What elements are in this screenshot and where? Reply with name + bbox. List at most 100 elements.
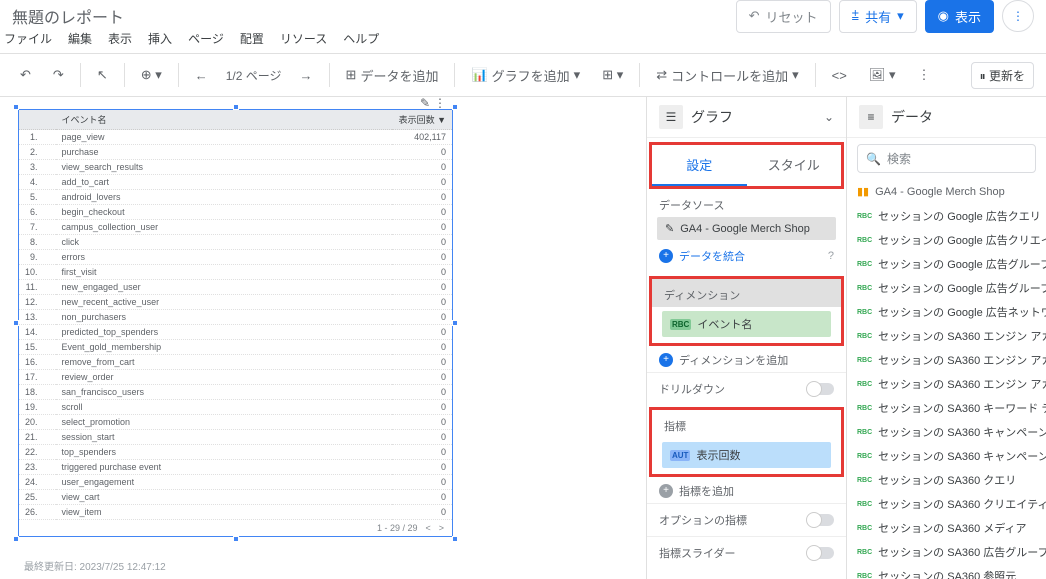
add-metric-link[interactable]: + 指標を追加 xyxy=(647,479,846,503)
table-row[interactable]: 14.predicted_top_spenders0 xyxy=(19,325,452,340)
table-row[interactable]: 26.view_item0 xyxy=(19,505,452,520)
refresh-button[interactable]: ⏸ 更新を xyxy=(971,62,1034,89)
next-page[interactable]: → xyxy=(292,64,321,87)
abc-badge: RBC xyxy=(670,319,691,330)
help-icon[interactable]: ? xyxy=(828,250,834,262)
abc-badge: RBC xyxy=(857,261,872,268)
field-item[interactable]: RBCセッションの SA360 広告グループ名 xyxy=(847,540,1046,564)
page-next-icon[interactable]: > xyxy=(439,523,444,533)
reset-button[interactable]: ↶ リセット xyxy=(736,0,831,33)
table-row[interactable]: 11.new_engaged_user0 xyxy=(19,280,452,295)
field-item[interactable]: RBCセッションの Google 広告グループ ID xyxy=(847,252,1046,276)
embed-button[interactable]: <> xyxy=(824,64,855,87)
field-item[interactable]: RBCセッションの SA360 キャンペーン xyxy=(847,420,1046,444)
edit-icon[interactable]: ✎ xyxy=(420,97,430,110)
col-event-name[interactable]: イベント名 xyxy=(56,110,392,130)
aut-badge: AUT xyxy=(670,450,690,461)
community-viz-button[interactable]: ⊞ ▾ xyxy=(594,63,631,87)
redo-button[interactable]: ↷ xyxy=(45,63,72,87)
optional-metric-toggle[interactable] xyxy=(808,514,834,526)
report-title[interactable]: 無題のレポート xyxy=(12,4,124,28)
col-views[interactable]: 表示回数 ▼ xyxy=(392,110,452,130)
field-item[interactable]: RBCセッションの Google 広告グループ名 xyxy=(847,276,1046,300)
report-canvas[interactable]: ✎ ⋮ イベント名 表示回数 ▼ 1.page_view402,1172.pur… xyxy=(0,97,646,579)
table-row[interactable]: 10.first_visit0 xyxy=(19,265,452,280)
share-button[interactable]: ⩲ 共有 ▾ xyxy=(839,0,917,33)
field-item[interactable]: RBCセッションの SA360 エンジン アカウ... xyxy=(847,324,1046,348)
field-search-input[interactable]: 🔍 検索 xyxy=(857,144,1036,173)
table-row[interactable]: 13.non_purchasers0 xyxy=(19,310,452,325)
menu-insert[interactable]: 挿入 xyxy=(148,30,172,47)
table-row[interactable]: 2.purchase0 xyxy=(19,145,452,160)
drilldown-toggle[interactable] xyxy=(808,383,834,395)
table-row[interactable]: 17.review_order0 xyxy=(19,370,452,385)
field-item[interactable]: RBCセッションの SA360 エンジン アカウ... xyxy=(847,348,1046,372)
menu-page[interactable]: ページ xyxy=(188,30,224,47)
blend-data-link[interactable]: データを統合 xyxy=(679,248,745,264)
dimension-chip[interactable]: RBC イベント名 xyxy=(662,311,831,337)
add-control-button[interactable]: ⇄ コントロールを追加 ▾ xyxy=(648,62,806,89)
table-row[interactable]: 22.top_spenders0 xyxy=(19,445,452,460)
field-item[interactable]: RBCセッションの SA360 参照元 xyxy=(847,564,1046,579)
add-data-button[interactable]: ⊞ データを追加 xyxy=(338,62,447,89)
table-row[interactable]: 25.view_cart0 xyxy=(19,490,452,505)
table-row[interactable]: 1.page_view402,117 xyxy=(19,130,452,145)
table-row[interactable]: 5.android_lovers0 xyxy=(19,190,452,205)
zoom-tool[interactable]: ⊕ ▾ xyxy=(133,63,170,87)
more-options-button[interactable]: ⋮ xyxy=(1002,0,1034,32)
field-item[interactable]: RBCセッションの SA360 クエリ xyxy=(847,468,1046,492)
table-row[interactable]: 3.view_search_results0 xyxy=(19,160,452,175)
menu-resource[interactable]: リソース xyxy=(280,30,327,47)
table-row[interactable]: 24.user_engagement0 xyxy=(19,475,452,490)
view-button[interactable]: ◉ 表示 xyxy=(925,0,994,33)
label-metric-slider: 指標スライダー xyxy=(659,545,736,561)
label-metric: 指標 xyxy=(652,410,841,438)
metric-slider-toggle[interactable] xyxy=(808,547,834,559)
table-row[interactable]: 9.errors0 xyxy=(19,250,452,265)
menu-view[interactable]: 表示 xyxy=(108,30,132,47)
menu-arrange[interactable]: 配置 xyxy=(240,30,264,47)
tab-style[interactable]: スタイル xyxy=(747,145,842,186)
metric-chip[interactable]: AUT 表示回数 xyxy=(662,442,831,468)
page-prev-icon[interactable]: < xyxy=(425,523,430,533)
chevron-down-icon[interactable]: ⌄ xyxy=(824,110,834,124)
field-item[interactable]: RBCセッションの SA360 クリエイティブ ... xyxy=(847,492,1046,516)
toolbar-more[interactable]: ⋮ xyxy=(910,63,939,87)
menu-edit[interactable]: 編集 xyxy=(68,30,92,47)
table-row[interactable]: 8.click0 xyxy=(19,235,452,250)
field-item[interactable]: RBCセッションの SA360 キーワード テキ... xyxy=(847,396,1046,420)
table-row[interactable]: 20.select_promotion0 xyxy=(19,415,452,430)
field-item[interactable]: RBCセッションの SA360 キャンペーン ID xyxy=(847,444,1046,468)
field-item[interactable]: RBCセッションの Google 広告ネットワー... xyxy=(847,300,1046,324)
plus-icon: + xyxy=(659,484,673,498)
field-item[interactable]: RBCセッションの SA360 エンジン アカウ... xyxy=(847,372,1046,396)
menu-help[interactable]: ヘルプ xyxy=(343,30,379,47)
field-item[interactable]: RBCセッションの SA360 メディア xyxy=(847,516,1046,540)
table-row[interactable]: 19.scroll0 xyxy=(19,400,452,415)
image-button[interactable]: 🖼 ▾ xyxy=(861,63,904,87)
table-row[interactable]: 18.san_francisco_users0 xyxy=(19,385,452,400)
table-row[interactable]: 21.session_start0 xyxy=(19,430,452,445)
table-component[interactable]: ✎ ⋮ イベント名 表示回数 ▼ 1.page_view402,1172.pur… xyxy=(18,109,453,537)
tab-settings[interactable]: 設定 xyxy=(652,145,747,186)
table-row[interactable]: 23.triggered purchase event0 xyxy=(19,460,452,475)
undo-button[interactable]: ↶ xyxy=(12,63,39,87)
field-item[interactable]: RBCセッションの Google 広告クリエイテ... xyxy=(847,228,1046,252)
table-type-icon[interactable]: ☰ xyxy=(659,105,683,129)
datasource-name[interactable]: ▮▮ GA4 - Google Merch Shop xyxy=(847,179,1046,204)
table-row[interactable]: 16.remove_from_cart0 xyxy=(19,355,452,370)
table-row[interactable]: 4.add_to_cart0 xyxy=(19,175,452,190)
add-chart-button[interactable]: 📊 グラフを追加 ▾ xyxy=(463,62,588,89)
add-dimension-link[interactable]: + ディメンションを追加 xyxy=(647,348,846,372)
datasource-chip[interactable]: ✎ GA4 - Google Merch Shop xyxy=(657,217,836,240)
table-row[interactable]: 6.begin_checkout0 xyxy=(19,205,452,220)
component-more-icon[interactable]: ⋮ xyxy=(434,97,446,110)
table-row[interactable]: 15.Event_gold_membership0 xyxy=(19,340,452,355)
menu-file[interactable]: ファイル xyxy=(4,30,52,47)
table-row[interactable]: 7.campus_collection_user0 xyxy=(19,220,452,235)
field-item[interactable]: RBCセッションの Google 広告クエリ xyxy=(847,204,1046,228)
prev-page[interactable]: ← xyxy=(187,64,216,87)
table-row[interactable]: 12.new_recent_active_user0 xyxy=(19,295,452,310)
pointer-tool[interactable]: ↖ xyxy=(89,63,116,87)
abc-badge: RBC xyxy=(857,309,872,316)
